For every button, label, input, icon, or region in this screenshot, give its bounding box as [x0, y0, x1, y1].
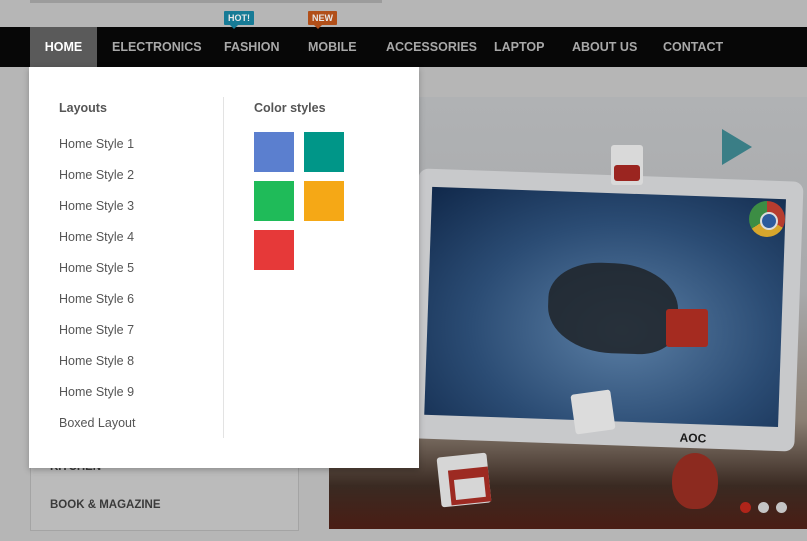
nav-item-label: HOME — [44, 40, 83, 54]
nav-item-label: FASHION — [224, 40, 280, 54]
nav-item-electronics[interactable]: ELECTRONICS — [112, 27, 202, 67]
home-mega-menu: Layouts Home Style 1 Home Style 2 Home S… — [29, 67, 419, 468]
top-search-bar-edge — [30, 0, 382, 3]
nav-item-home[interactable]: HOME — [30, 27, 97, 67]
color-swatch-orange[interactable] — [304, 181, 344, 221]
google-plus-icon — [666, 309, 708, 347]
layout-link-home-style-8[interactable]: Home Style 8 — [59, 354, 134, 368]
slider-dot-3[interactable] — [776, 502, 787, 513]
nav-item-label: ACCESSORIES — [386, 40, 477, 54]
youtube-icon — [611, 145, 643, 185]
color-swatch-teal[interactable] — [304, 132, 344, 172]
google-play-icon — [722, 129, 752, 165]
layout-link-home-style-9[interactable]: Home Style 9 — [59, 385, 134, 399]
nav-item-contact[interactable]: CONTACT — [663, 27, 723, 67]
nav-item-about-us[interactable]: ABOUT US — [572, 27, 637, 67]
color-swatch-red[interactable] — [254, 230, 294, 270]
new-badge: NEW — [308, 11, 337, 29]
google-maps-icon — [570, 389, 616, 435]
layout-link-home-style-5[interactable]: Home Style 5 — [59, 261, 134, 275]
gmail-icon — [436, 452, 492, 508]
column-divider — [223, 97, 224, 438]
sidebar-item-book-magazine[interactable]: BOOK & MAGAZINE — [50, 499, 161, 511]
nav-item-accessories[interactable]: ACCESSORIES — [386, 27, 477, 67]
nav-item-fashion[interactable]: HOT! FASHION — [224, 11, 280, 67]
main-navigation: HOME ELECTRONICS HOT! FASHION NEW MOBILE… — [0, 11, 807, 67]
layout-link-home-style-4[interactable]: Home Style 4 — [59, 230, 134, 244]
layout-link-home-style-6[interactable]: Home Style 6 — [59, 292, 134, 306]
hot-air-balloon-image — [672, 453, 718, 509]
color-styles-title: Color styles — [254, 101, 326, 115]
nav-item-label: MOBILE — [308, 40, 357, 54]
nav-item-label: CONTACT — [663, 40, 724, 54]
slider-dot-1[interactable] — [740, 502, 751, 513]
color-swatch-green[interactable] — [254, 181, 294, 221]
motocross-rider-image — [546, 260, 680, 356]
nav-item-label: LAPTOP — [494, 40, 545, 54]
color-swatch-blue[interactable] — [254, 132, 294, 172]
layout-link-boxed-layout[interactable]: Boxed Layout — [59, 416, 135, 430]
nav-item-mobile[interactable]: NEW MOBILE — [308, 11, 357, 67]
layout-link-home-style-1[interactable]: Home Style 1 — [59, 137, 134, 151]
slider-dot-2[interactable] — [758, 502, 769, 513]
nav-item-label: ELECTRONICS — [112, 40, 202, 54]
layout-link-home-style-3[interactable]: Home Style 3 — [59, 199, 134, 213]
layout-link-home-style-7[interactable]: Home Style 7 — [59, 323, 134, 337]
chrome-icon — [749, 201, 785, 237]
monitor-brand-logo: AOC — [679, 430, 707, 446]
hot-badge: HOT! — [224, 11, 254, 29]
nav-item-label: ABOUT US — [572, 40, 638, 54]
layout-link-home-style-2[interactable]: Home Style 2 — [59, 168, 134, 182]
layouts-title: Layouts — [59, 101, 107, 115]
nav-item-laptop[interactable]: LAPTOP — [494, 27, 544, 67]
